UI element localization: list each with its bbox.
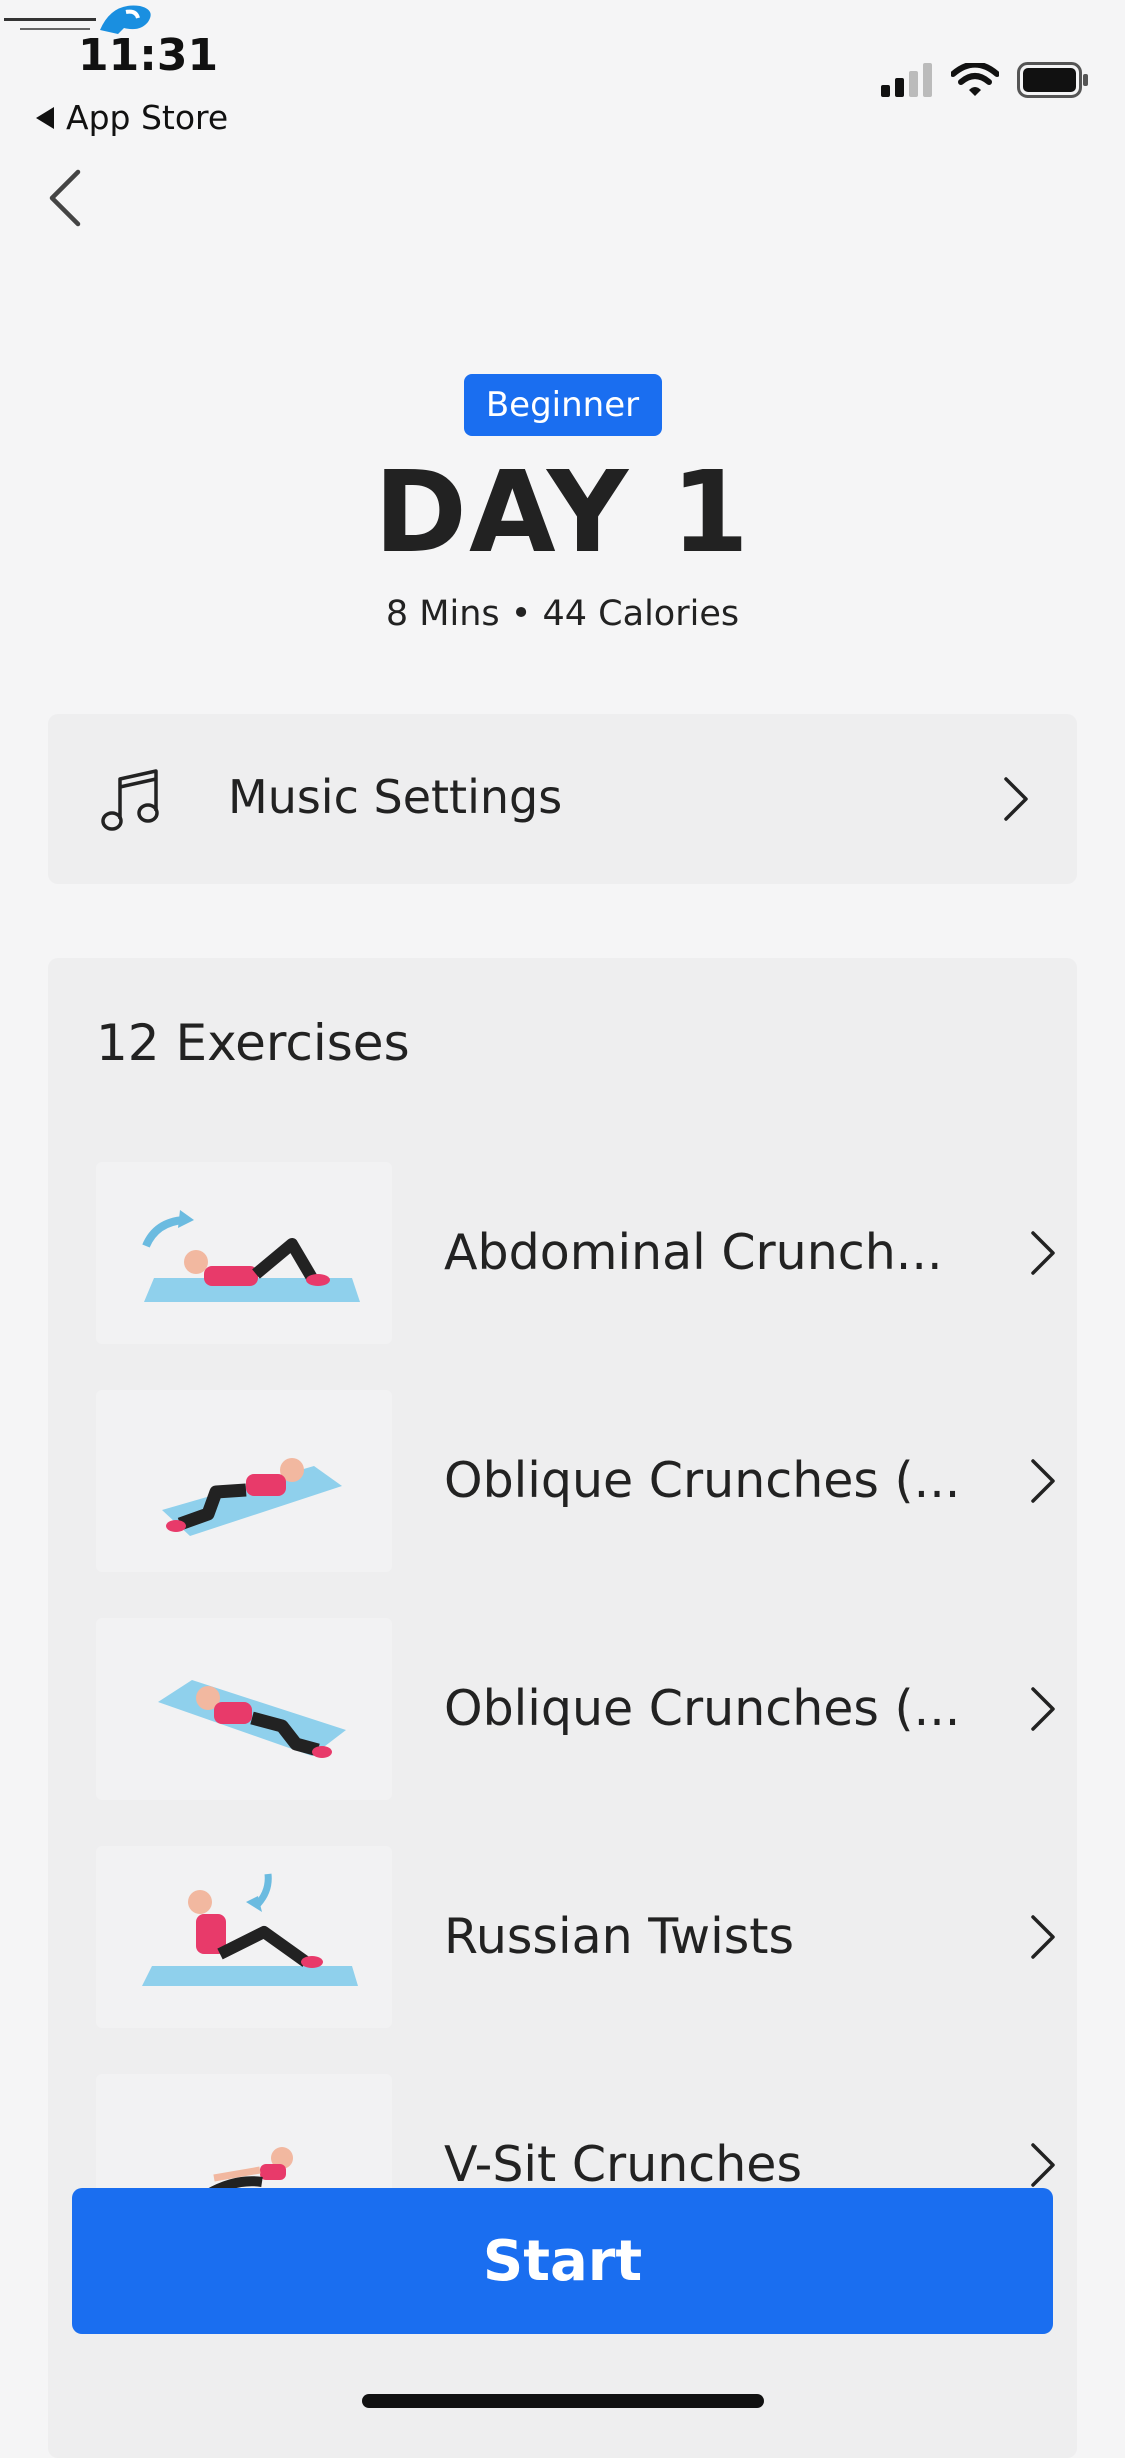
music-note-icon: [100, 769, 162, 835]
back-chevron-icon[interactable]: [46, 168, 86, 228]
chevron-right-icon: [1030, 1914, 1056, 1960]
exercise-thumbnail: [96, 1846, 392, 2028]
wifi-icon: [951, 63, 999, 96]
workout-meta: 8 Mins • 44 Calories: [385, 594, 740, 634]
exercise-row[interactable]: Oblique Crunches (...: [96, 1618, 1056, 1808]
back-to-app-store[interactable]: App Store: [36, 98, 228, 137]
exercise-name: Oblique Crunches (...: [444, 1680, 961, 1737]
exercise-name: V-Sit Crunches: [444, 2136, 802, 2193]
start-button[interactable]: Start: [72, 2188, 1053, 2334]
exercise-row[interactable]: Russian Twists: [96, 1846, 1056, 2036]
chevron-right-icon: [1030, 1458, 1056, 1504]
level-badge: Beginner: [463, 374, 662, 436]
music-settings-label: Music Settings: [228, 770, 563, 824]
chevron-right-icon: [1030, 2142, 1056, 2188]
home-indicator[interactable]: [362, 2394, 764, 2408]
exercise-thumbnail: [96, 1162, 392, 1344]
chevron-right-icon: [1030, 1230, 1056, 1276]
page-title: DAY 1: [374, 448, 751, 578]
status-time: 11:31: [78, 30, 219, 81]
chevron-right-icon: [1030, 1686, 1056, 1732]
back-app-label: App Store: [66, 98, 229, 137]
chevron-right-icon: [1003, 776, 1029, 822]
battery-icon: [1017, 62, 1088, 98]
exercise-count: 12 Exercises: [96, 1014, 410, 1072]
exercise-thumbnail: [96, 1618, 392, 1800]
back-triangle-icon: [36, 106, 54, 129]
status-icons: [881, 62, 1089, 98]
exercise-name: Abdominal Crunch...: [444, 1224, 943, 1281]
exercise-thumbnail: [96, 1390, 392, 1572]
music-settings-row[interactable]: Music Settings: [48, 714, 1077, 884]
exercise-name: Russian Twists: [444, 1908, 795, 1965]
exercise-row[interactable]: Abdominal Crunch...: [96, 1162, 1056, 1352]
cellular-signal-icon: [881, 63, 932, 97]
exercise-name: Oblique Crunches (...: [444, 1452, 961, 1509]
exercise-row[interactable]: Oblique Crunches (...: [96, 1390, 1056, 1580]
